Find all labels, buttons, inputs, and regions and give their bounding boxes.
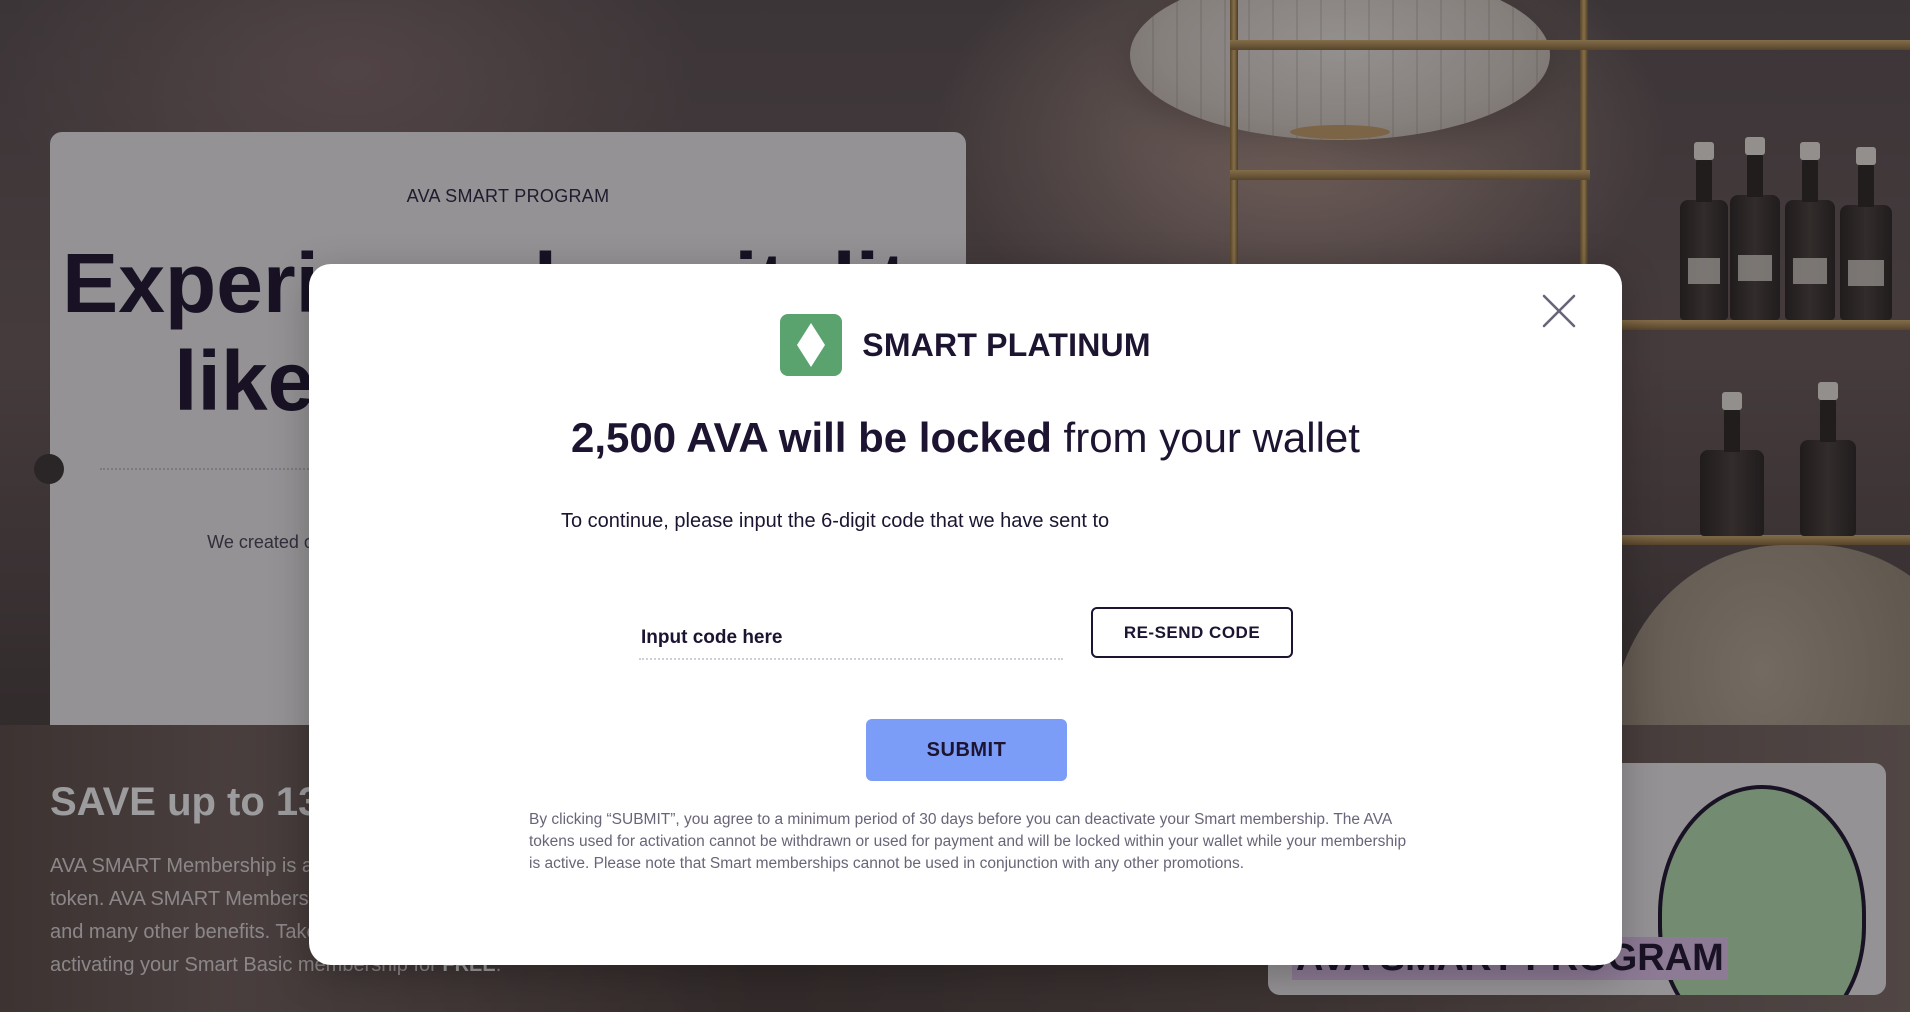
lock-headline: 2,500 AVA will be locked from your walle…	[309, 414, 1622, 462]
submit-button[interactable]: SUBMIT	[866, 719, 1067, 781]
plan-name: SMART PLATINUM	[862, 326, 1151, 363]
verification-code-input[interactable]	[639, 618, 1063, 660]
lock-headline-rest: from your wallet	[1051, 414, 1360, 461]
code-instruction: To continue, please input the 6-digit co…	[561, 510, 1110, 532]
resend-code-button[interactable]: RE-SEND CODE	[1091, 607, 1293, 658]
membership-modal: SMART PLATINUM 2,500 AVA will be locked …	[309, 264, 1622, 965]
terms-disclaimer: By clicking “SUBMIT”, you agree to a min…	[529, 811, 1407, 872]
brand-header: SMART PLATINUM	[309, 314, 1622, 376]
diamond-icon	[797, 323, 826, 367]
brand-logo	[780, 314, 843, 376]
lock-amount: 2,500 AVA will be locked	[571, 414, 1052, 461]
